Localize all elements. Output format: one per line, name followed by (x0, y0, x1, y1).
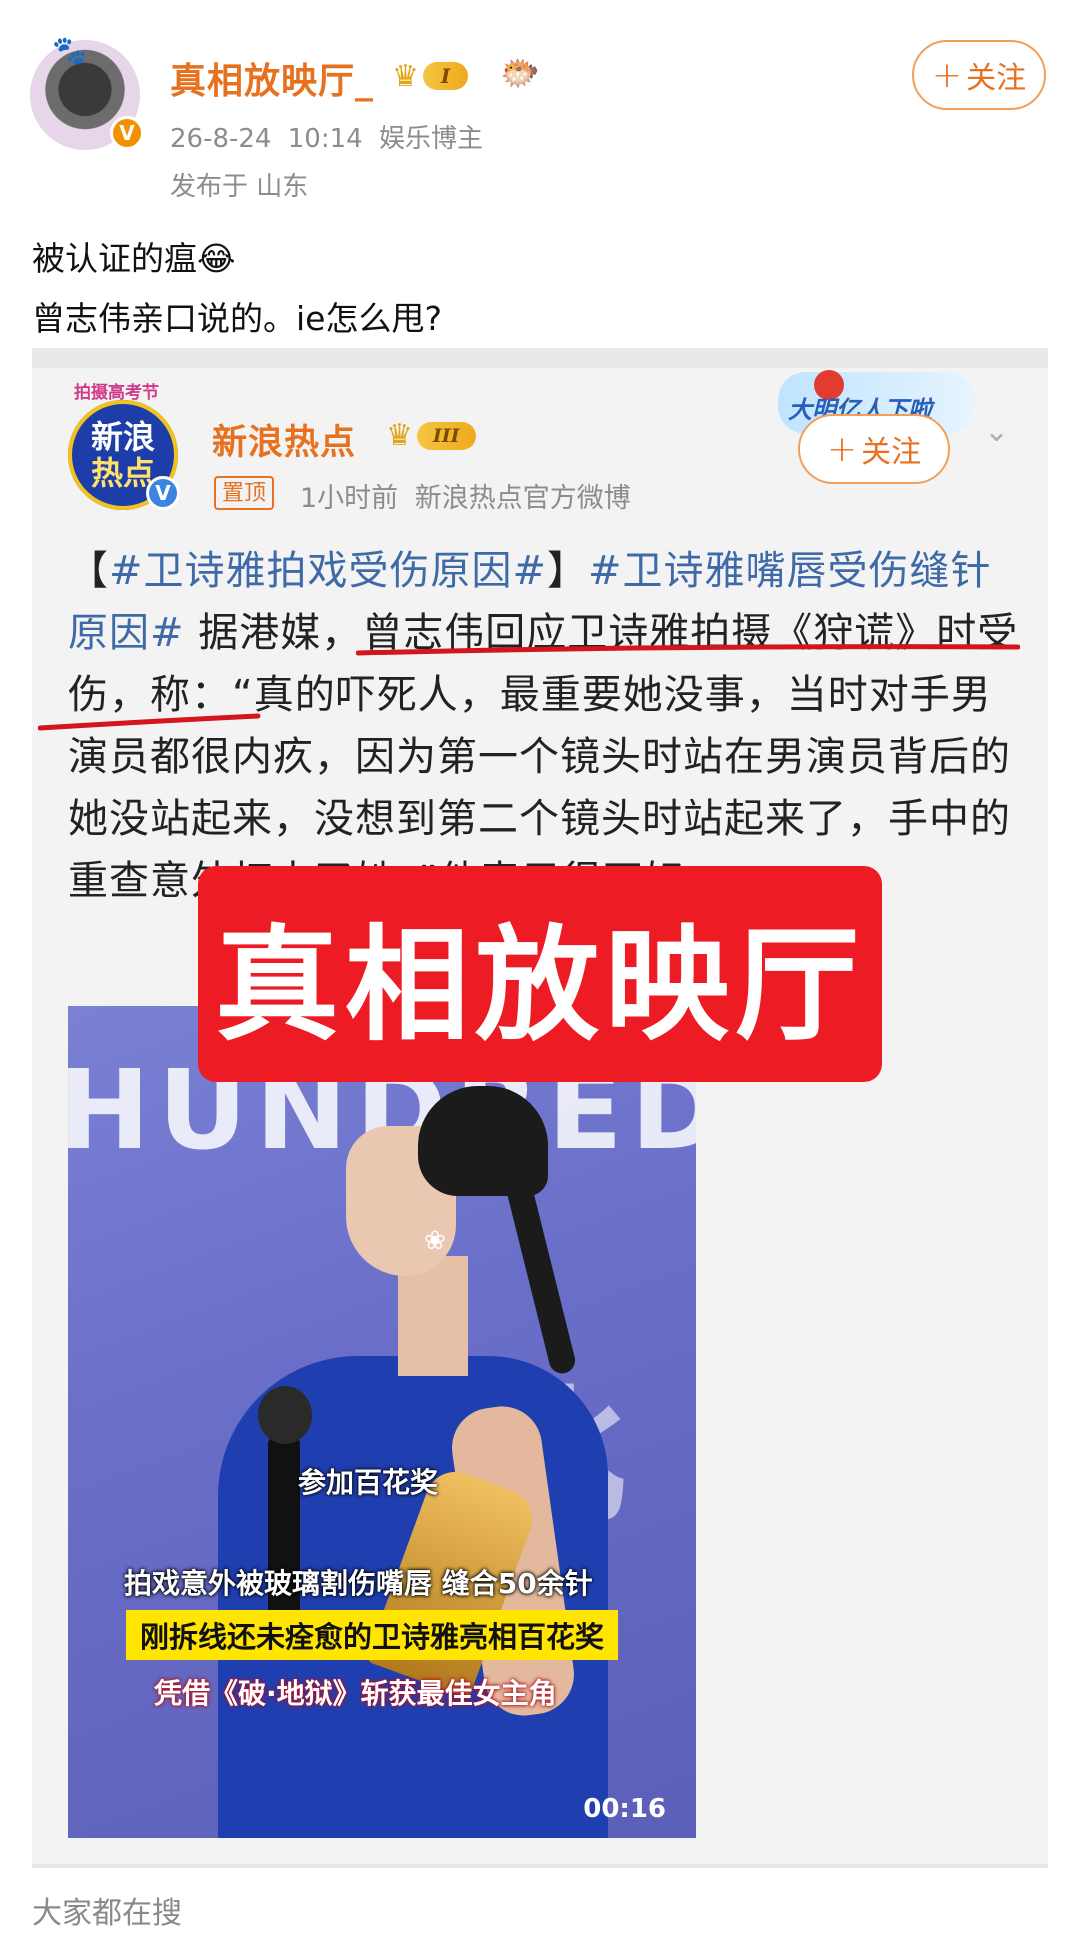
red-underline-mark (356, 644, 1020, 656)
verified-badge-icon: V (146, 476, 180, 510)
post-location: 发布于 山东 (170, 172, 309, 202)
repost-level-label: III (416, 421, 476, 450)
search-hint[interactable]: 大家都在搜 (32, 1888, 182, 1932)
video-player[interactable]: HUNDRED 中·北 ❀ 参加百花奖 拍戏意外被玻璃割伤嘴唇 缝合50余针 刚… (68, 1006, 696, 1838)
repost-follow-label: 关注 (861, 435, 922, 470)
repost-follow-area: 大明亿人下啦 + 关注 (778, 370, 978, 492)
user-role: 娱乐博主 (378, 124, 483, 154)
plus-icon: + (931, 54, 963, 96)
repost-follow-button[interactable]: + 关注 (798, 414, 950, 484)
repost-time: 1小时前 (300, 483, 399, 514)
pinned-badge: 置顶 (214, 476, 275, 510)
crown-icon: ♛ (386, 418, 413, 453)
red-underline-mark (38, 713, 261, 731)
level-badge-label: I (422, 62, 469, 90)
avatar-text-bottom: 热点 (90, 454, 155, 492)
post-timestamp: 26-8-24 10:14 (170, 124, 363, 154)
repost-source: 新浪热点官方微博 (414, 483, 631, 514)
follow-button[interactable]: + 关注 (912, 40, 1046, 110)
avatar-arc-text: 拍摄高考节 (74, 383, 159, 403)
follow-button-label: 关注 (966, 61, 1027, 96)
chevron-down-icon[interactable]: ⌄ (984, 414, 1009, 449)
user-avatar[interactable]: 🐾 V (30, 34, 144, 150)
earring-icon: ❀ (424, 1226, 446, 1256)
bracket-close: 】 (547, 548, 589, 594)
repost-meta: 1小时前 新浪热点官方微博 (300, 476, 631, 515)
watermark-banner: 真相放映厅 (198, 866, 882, 1082)
video-caption-1: 拍戏意外被玻璃割伤嘴唇 缝合50余针 (124, 1567, 593, 1600)
repost-avatar[interactable]: 拍摄高考节 新浪 热点 V (68, 383, 180, 510)
video-caption-top: 参加百花奖 (298, 1466, 439, 1499)
crown-icon: ♛ (392, 58, 419, 94)
repost-username[interactable]: 新浪热点 (212, 414, 356, 465)
post-text-line2: 曾志伟亲口说的。ie怎么甩? (32, 299, 442, 338)
video-caption-3: 凭借《破·地狱》斩获最佳女主角 (154, 1677, 557, 1710)
microphone-handle (268, 1436, 300, 1636)
plus-icon: + (826, 428, 858, 470)
post-meta: 26-8-24 10:14 娱乐博主 (170, 118, 483, 155)
hashtag-link[interactable]: #卫诗雅拍戏受伤原因# (109, 548, 547, 594)
video-duration: 00:16 (583, 1794, 666, 1824)
avatar-text-top: 新浪 (90, 418, 155, 456)
microphone-icon (258, 1386, 312, 1444)
video-caption-2: 刚拆线还未痊愈的卫诗雅亮相百花奖 (126, 1610, 619, 1660)
figure-hair (418, 1086, 548, 1196)
verified-badge-icon: V (110, 116, 144, 150)
level-badge[interactable]: ♛ I (392, 58, 469, 94)
fish-icon: 🐡 (500, 54, 540, 92)
card-bottom-divider (32, 1864, 1048, 1868)
post-text-line1: 被认证的瘟😂 (32, 239, 236, 278)
cat-ears-icon: 🐾 (52, 34, 87, 67)
username[interactable]: 真相放映厅_ (170, 52, 374, 104)
bracket-open: 【 (68, 548, 109, 594)
card-top-divider (32, 348, 1048, 368)
repost-level-badge[interactable]: ♛ III (386, 418, 476, 453)
